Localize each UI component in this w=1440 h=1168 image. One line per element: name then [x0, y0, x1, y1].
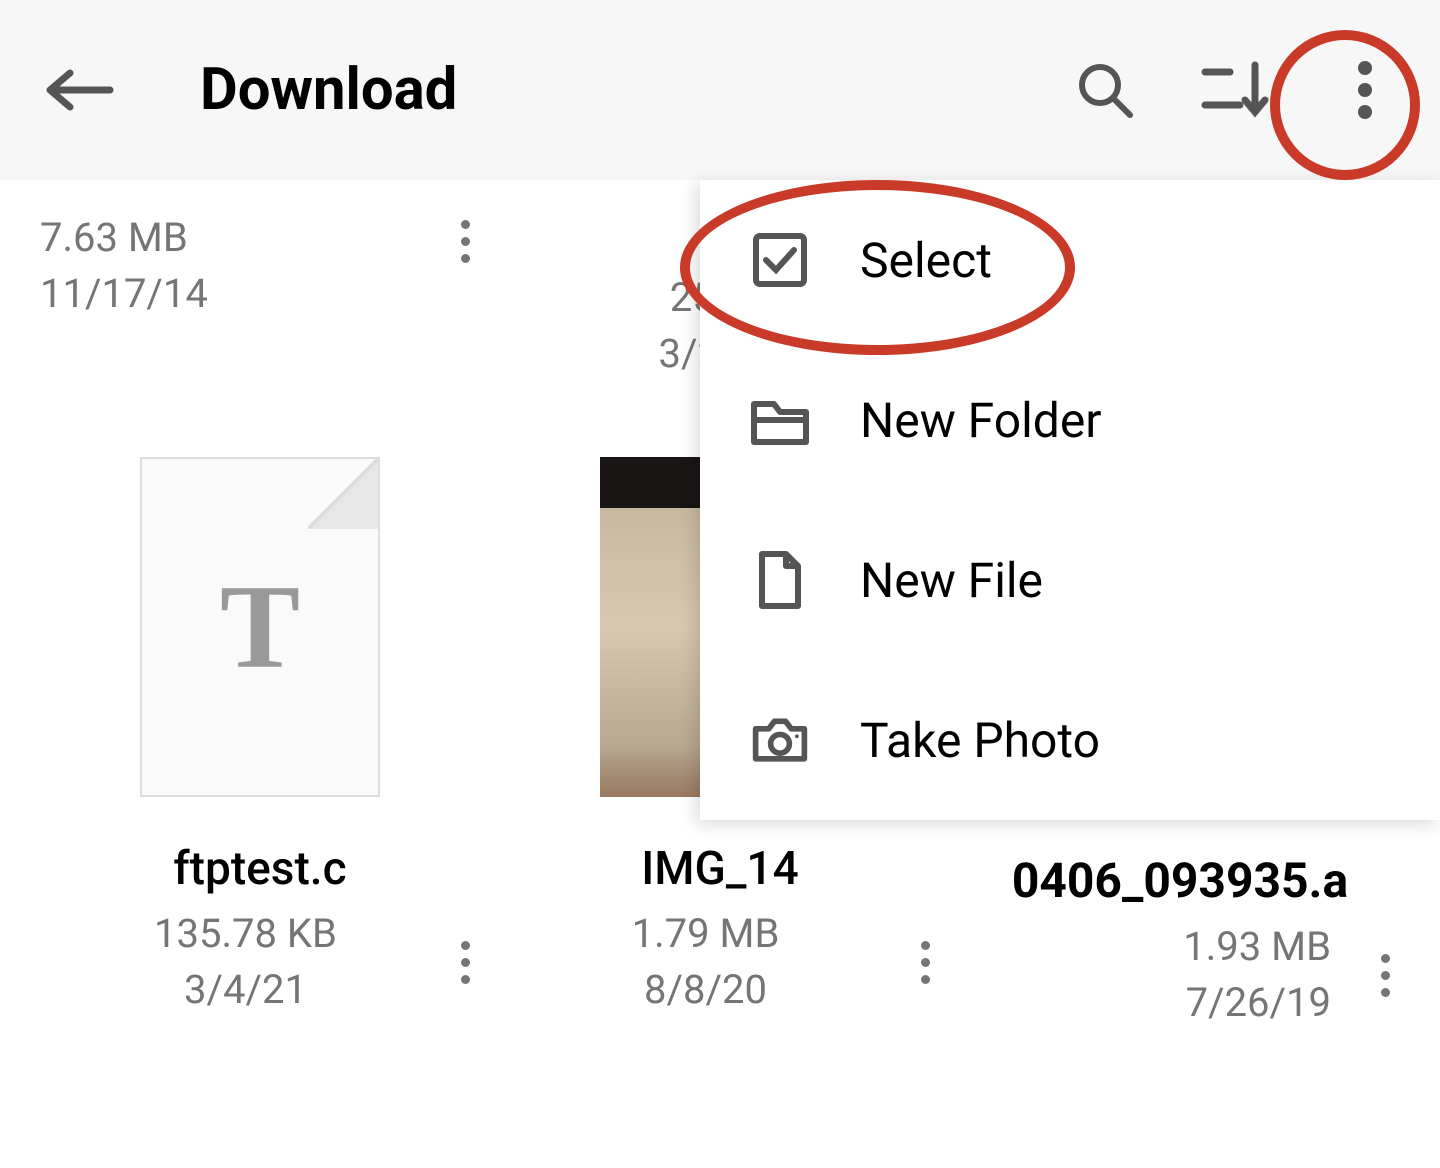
header-actions	[1070, 55, 1400, 125]
text-file-icon: T	[140, 457, 380, 797]
more-options-button[interactable]	[1330, 55, 1400, 125]
search-icon	[1075, 60, 1135, 120]
page-title: Download	[200, 56, 1070, 124]
file-item[interactable]: T ftptest.c 135.78 KB 3/4/21	[40, 412, 480, 1031]
more-vertical-icon	[1355, 60, 1375, 120]
file-date: 11/17/14	[40, 266, 208, 322]
menu-take-photo[interactable]: Take Photo	[700, 660, 1440, 820]
file-options-button[interactable]	[451, 931, 480, 994]
back-arrow-icon	[45, 65, 115, 115]
file-thumbnail: T	[130, 452, 390, 802]
file-options-button[interactable]	[451, 210, 480, 273]
sort-button[interactable]	[1200, 55, 1270, 125]
file-icon	[750, 550, 810, 610]
camera-icon	[750, 710, 810, 770]
menu-label: Select	[860, 232, 992, 289]
folder-icon	[750, 390, 810, 450]
menu-label: Take Photo	[860, 712, 1100, 769]
file-name: ftptest.c	[40, 842, 480, 896]
file-item[interactable]: 7.63 MB 11/17/14	[40, 200, 480, 392]
menu-new-file[interactable]: New File	[700, 500, 1440, 660]
file-size: 7.63 MB	[40, 210, 208, 266]
file-size: 1.93 MB	[1183, 919, 1331, 975]
checkbox-icon	[750, 230, 810, 290]
file-date: 7/26/19	[1186, 975, 1331, 1031]
file-size: 1.79 MB	[500, 906, 911, 962]
options-dropdown: Select New Folder New File Take Photo	[700, 180, 1440, 820]
file-name: 0406_093935.a	[960, 852, 1400, 909]
file-options-button[interactable]	[1371, 944, 1400, 1007]
file-name: IMG_14	[500, 842, 940, 896]
file-date: 8/8/20	[500, 962, 911, 1018]
sort-icon	[1200, 60, 1270, 120]
menu-new-folder[interactable]: New Folder	[700, 340, 1440, 500]
menu-label: New Folder	[860, 392, 1102, 449]
search-button[interactable]	[1070, 55, 1140, 125]
menu-label: New File	[860, 552, 1043, 609]
file-size: 135.78 KB	[40, 906, 451, 962]
app-header: Download	[0, 0, 1440, 180]
file-options-button[interactable]	[911, 931, 940, 994]
back-button[interactable]	[40, 50, 120, 130]
menu-select[interactable]: Select	[700, 180, 1440, 340]
file-date: 3/4/21	[40, 962, 451, 1018]
